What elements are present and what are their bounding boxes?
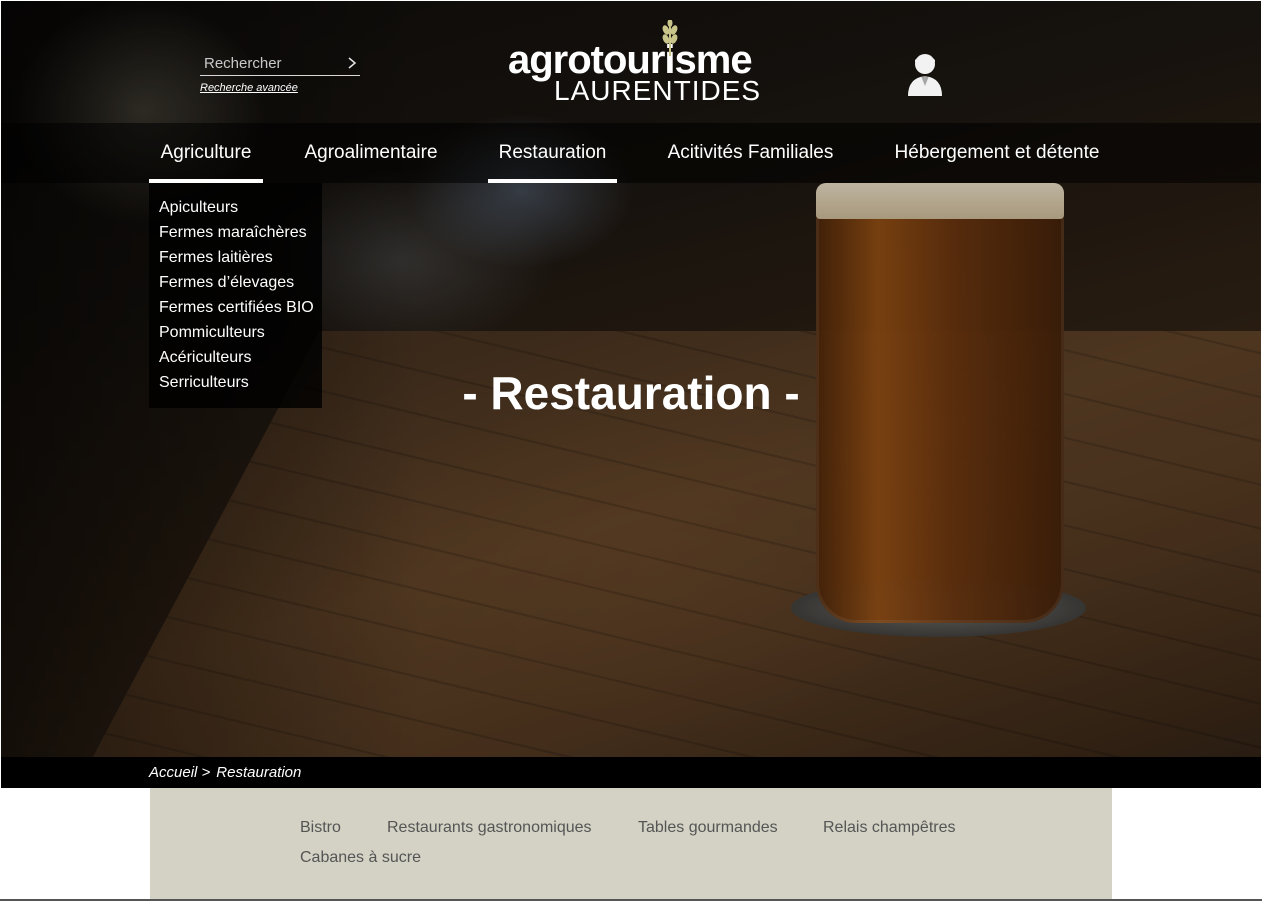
agriculture-dropdown-menu: Apiculteurs Fermes maraîchères Fermes la…	[149, 183, 322, 408]
nav-item-restauration[interactable]: Restauration	[488, 123, 617, 183]
dropdown-item-fermes-elevages[interactable]: Fermes d’élevages	[149, 270, 322, 295]
advanced-search-link[interactable]: Recherche avancée	[200, 82, 298, 94]
chevron-right-icon[interactable]	[344, 55, 360, 71]
page-title: - Restauration -	[462, 367, 800, 419]
subcategory-cabanes-a-sucre[interactable]: Cabanes à sucre	[300, 849, 421, 867]
dropdown-item-pommiculteurs[interactable]: Pommiculteurs	[149, 320, 322, 345]
dropdown-item-fermes-laitieres[interactable]: Fermes laitières	[149, 245, 322, 270]
breadcrumb-home-link[interactable]: Accueil >	[149, 764, 210, 781]
page: Recherche avancée agrotourisme LAURENTID…	[0, 0, 1262, 902]
search-input[interactable]	[200, 55, 340, 72]
bottom-divider	[0, 899, 1262, 901]
subcategory-bistro[interactable]: Bistro	[300, 819, 341, 837]
user-icon[interactable]	[905, 48, 945, 96]
nav-item-agroalimentaire[interactable]: Agroalimentaire	[291, 123, 451, 183]
subcategory-restaurants-gastronomiques[interactable]: Restaurants gastronomiques	[387, 819, 592, 837]
nav-item-activites-familiales[interactable]: Acitivités Familiales	[653, 123, 848, 183]
dropdown-item-fermes-bio[interactable]: Fermes certifiées BIO	[149, 295, 322, 320]
dropdown-item-apiculteurs[interactable]: Apiculteurs	[149, 195, 322, 220]
dropdown-item-fermes-maraicheres[interactable]: Fermes maraîchères	[149, 220, 322, 245]
dropdown-item-acericulteurs[interactable]: Acériculteurs	[149, 345, 322, 370]
nav-item-hebergement[interactable]: Hébergement et détente	[881, 123, 1113, 183]
subcategory-relais-champetres[interactable]: Relais champêtres	[823, 819, 956, 837]
breadcrumb: Accueil > Restauration	[149, 764, 301, 781]
search-box	[200, 52, 360, 76]
subcategory-panel: Bistro Restaurants gastronomiques Tables…	[150, 788, 1112, 899]
site-logo[interactable]: agrotourisme LAURENTIDES	[508, 20, 762, 106]
wheat-icon	[662, 20, 678, 56]
breadcrumb-current: Restauration	[216, 764, 302, 781]
nav-item-agriculture[interactable]: Agriculture	[149, 123, 263, 183]
dropdown-item-serriculteurs[interactable]: Serriculteurs	[149, 370, 322, 395]
logo-wordmark-bottom: LAURENTIDES	[554, 75, 762, 106]
main-nav: Agriculture Agroalimentaire Restauration…	[1, 123, 1261, 183]
subcategory-tables-gourmandes[interactable]: Tables gourmandes	[638, 819, 778, 837]
